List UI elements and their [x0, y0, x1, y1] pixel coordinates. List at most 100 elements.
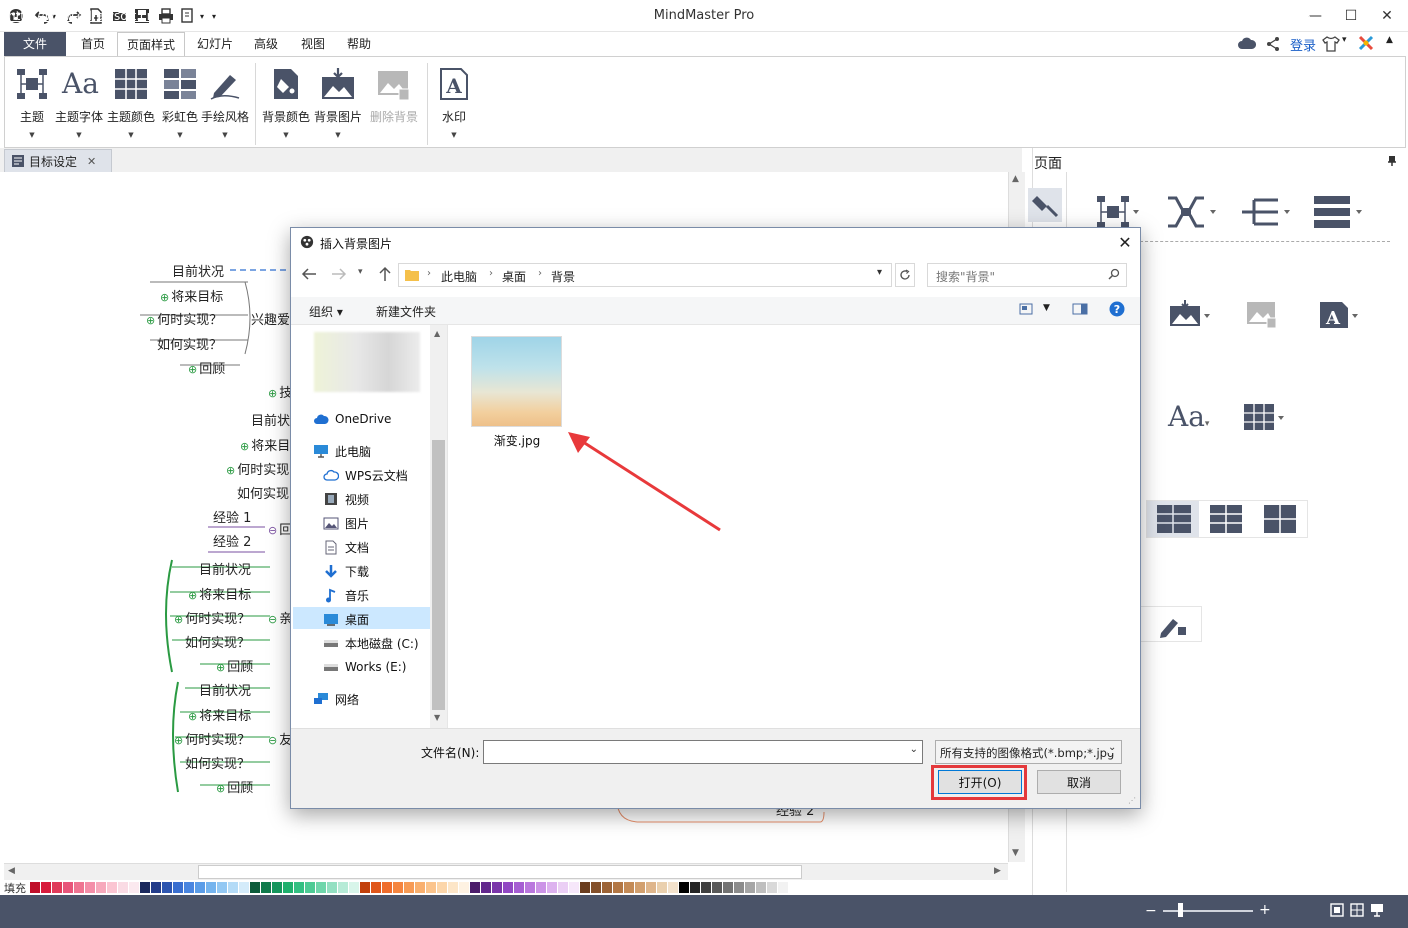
color-swatch[interactable]: [459, 882, 470, 893]
refresh-icon[interactable]: [895, 263, 915, 287]
organize-button[interactable]: 组织 ▾: [309, 303, 343, 320]
zoom-in-icon[interactable]: +: [1259, 902, 1271, 918]
zoom-out-icon[interactable]: −: [1145, 903, 1157, 919]
color-swatch[interactable]: [393, 882, 404, 893]
menu-file[interactable]: 文件: [4, 32, 66, 56]
login-link[interactable]: 登录: [1290, 35, 1316, 54]
structure-radial-icon[interactable]: [1166, 194, 1218, 230]
theme-color-button[interactable]: 主题颜色 ▼: [105, 65, 157, 145]
color-swatch[interactable]: [140, 882, 151, 893]
expand-icon[interactable]: ⊕: [240, 440, 249, 453]
mindmap-node[interactable]: ⊖ 亲: [268, 608, 292, 627]
color-swatch[interactable]: [162, 882, 173, 893]
color-swatch[interactable]: [349, 882, 360, 893]
mindmap-node[interactable]: 如何实现？: [157, 334, 222, 353]
color-swatch[interactable]: [756, 882, 767, 893]
view-mode-icon[interactable]: [1019, 303, 1033, 315]
menu-help[interactable]: 帮助: [338, 32, 380, 56]
structure-map-icon[interactable]: [1095, 194, 1139, 230]
color-swatch[interactable]: [668, 882, 679, 893]
color-swatch[interactable]: [426, 882, 437, 893]
breadcrumb-desktop[interactable]: 桌面: [502, 268, 526, 285]
mindmap-node[interactable]: ⊕ 将来目标: [188, 584, 251, 603]
shirt-icon[interactable]: [1322, 36, 1340, 52]
collapse-icon[interactable]: ⊖: [268, 734, 277, 747]
watermark-button[interactable]: A 水印 ▼: [429, 65, 479, 145]
mindmap-node[interactable]: 如何实现: [237, 483, 289, 502]
nav-item-c[interactable]: 本地磁盘 (C:): [323, 632, 419, 654]
cloud-icon[interactable]: [1238, 36, 1256, 52]
color-swatch[interactable]: [239, 882, 250, 893]
panel-font-icon[interactable]: Aa▾: [1168, 400, 1209, 433]
forward-arrow-icon[interactable]: [330, 266, 348, 282]
mindmap-node[interactable]: 目前状况: [199, 559, 251, 578]
expand-icon[interactable]: ⊕: [188, 589, 197, 602]
menu-advanced[interactable]: 高级: [244, 32, 288, 56]
scroll-up-icon[interactable]: ▲: [1012, 174, 1019, 184]
color-swatch[interactable]: [701, 882, 712, 893]
color-swatch[interactable]: [569, 882, 580, 893]
nav-item-[interactable]: 下载: [323, 560, 369, 582]
panel-layout-2-icon[interactable]: [1208, 505, 1244, 533]
nav-item-[interactable]: 文档: [323, 536, 369, 558]
color-swatch[interactable]: [580, 882, 591, 893]
color-swatch[interactable]: [294, 882, 305, 893]
close-button[interactable]: ✕: [1364, 0, 1408, 32]
color-swatch[interactable]: [712, 882, 723, 893]
zoom-slider[interactable]: [1163, 910, 1253, 912]
panel-page-tab[interactable]: [1028, 188, 1062, 222]
color-swatch[interactable]: [778, 882, 789, 893]
mindmap-node[interactable]: ⊕ 将来目: [240, 435, 290, 454]
color-swatch[interactable]: [96, 882, 107, 893]
search-icon[interactable]: [1108, 268, 1120, 280]
color-swatch[interactable]: [228, 882, 239, 893]
color-swatch[interactable]: [129, 882, 140, 893]
expand-icon[interactable]: ⊕: [268, 387, 277, 400]
color-swatch[interactable]: [316, 882, 327, 893]
mindmap-node[interactable]: 兴趣爱: [251, 309, 290, 328]
file-name[interactable]: 渐变.jpg: [471, 432, 563, 449]
filetype-dropdown-icon[interactable]: ⌄: [1108, 742, 1117, 753]
fit-page-icon[interactable]: [1330, 903, 1344, 917]
nav-scroll-down-icon[interactable]: ▼: [434, 713, 440, 722]
document-tab-close-icon[interactable]: ✕: [87, 155, 96, 168]
expand-icon[interactable]: ⊕: [174, 734, 183, 747]
color-swatch[interactable]: [338, 882, 349, 893]
mindmap-node[interactable]: 目前状况: [199, 680, 251, 699]
canvas-horizontal-scrollbar[interactable]: ◀ ▶: [4, 863, 1008, 880]
scroll-left-icon[interactable]: ◀: [8, 866, 15, 876]
nav-item-[interactable]: 音乐: [323, 584, 369, 606]
menu-home[interactable]: 首页: [70, 32, 116, 56]
color-swatch[interactable]: [437, 882, 448, 893]
nav-item-[interactable]: 桌面: [323, 608, 369, 630]
up-arrow-icon[interactable]: [377, 266, 393, 282]
color-swatch[interactable]: [184, 882, 195, 893]
color-swatch[interactable]: [492, 882, 503, 893]
fit-width-icon[interactable]: [1350, 903, 1364, 917]
mindmap-node[interactable]: ⊕ 将来目标: [160, 286, 223, 305]
color-swatch[interactable]: [206, 882, 217, 893]
expand-icon[interactable]: ⊕: [146, 314, 155, 327]
nav-item-wps[interactable]: WPS云文档: [323, 464, 408, 486]
color-swatch[interactable]: [448, 882, 459, 893]
structure-tree-icon[interactable]: [1240, 194, 1292, 230]
color-swatch[interactable]: [261, 882, 272, 893]
color-swatch[interactable]: [283, 882, 294, 893]
panel-color-grid-icon[interactable]: [1244, 404, 1288, 432]
color-swatch[interactable]: [195, 882, 206, 893]
back-arrow-icon[interactable]: [300, 266, 318, 282]
color-swatch[interactable]: [503, 882, 514, 893]
color-swatch[interactable]: [41, 882, 52, 893]
share-icon[interactable]: [1265, 36, 1281, 52]
presentation-icon[interactable]: [1370, 903, 1384, 917]
recent-locations-icon[interactable]: ▾: [358, 267, 363, 277]
color-swatch[interactable]: [481, 882, 492, 893]
view-mode-dropdown-icon[interactable]: ▼: [1043, 303, 1050, 313]
scroll-right-icon[interactable]: ▶: [994, 866, 1001, 876]
background-image-button[interactable]: 背景图片 ▼: [313, 65, 363, 145]
search-input[interactable]: 搜索"背景": [927, 263, 1127, 287]
cancel-button[interactable]: 取消: [1037, 770, 1121, 794]
color-swatch[interactable]: [624, 882, 635, 893]
color-swatch[interactable]: [646, 882, 657, 893]
expand-icon[interactable]: ⊕: [188, 710, 197, 723]
